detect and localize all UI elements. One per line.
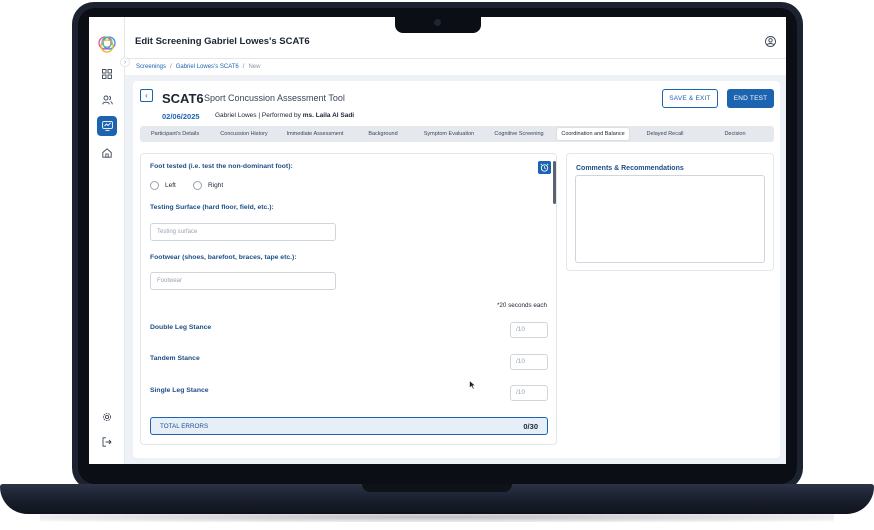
breadcrumb-separator: / [170, 64, 172, 70]
tab-delayed-recall[interactable]: Delayed Recall [632, 128, 698, 140]
breadcrumb-current: New [248, 64, 261, 70]
breadcrumb-screenings[interactable]: Screenings [136, 64, 166, 70]
save-exit-button[interactable]: SAVE & EXIT [662, 89, 718, 108]
screening-icon [101, 121, 113, 131]
camera-icon [434, 19, 441, 26]
tab-cognitive-screening[interactable]: Cognitive Screening [484, 128, 554, 140]
balance-form: Foot tested (i.e. test the non-dominant … [140, 153, 557, 445]
test-date: 02/06/2025 [162, 112, 200, 121]
page-title: Edit Screening Gabriel Lowes's SCAT6 [135, 36, 310, 47]
sidebar-item-home[interactable] [97, 143, 117, 163]
footwear-label: Footwear (shoes, barefoot, braces, tape … [150, 254, 297, 261]
settings-icon [102, 412, 112, 422]
radio-left[interactable] [150, 181, 159, 190]
performed-by-label: | Performed by [256, 112, 303, 119]
logo-icon [98, 36, 116, 53]
laptop-base [0, 484, 874, 514]
tab-symptom-evaluation[interactable]: Symptom Evaluation [414, 128, 484, 140]
tab-background[interactable]: Background [352, 128, 414, 140]
breadcrumb-separator: / [242, 64, 245, 70]
sidebar: › [89, 17, 130, 464]
timing-note: *20 seconds each [496, 302, 547, 309]
patient-name: Gabriel Lowes [215, 112, 257, 119]
total-errors-value: 0/30 [523, 422, 538, 431]
chevron-left-icon: ‹ [145, 91, 148, 100]
tandem-stance-label: Tandem Stance [150, 355, 200, 362]
single-leg-stance-label: Single Leg Stance [150, 387, 209, 394]
logout-icon [102, 437, 112, 447]
timer-button[interactable] [538, 161, 551, 174]
breadcrumb-screening-name[interactable]: Gabriel Lowes's SCAT6 [176, 64, 239, 70]
tab-participant-details[interactable]: Participant's Details [140, 128, 210, 140]
app-screen: › Edit Screening Gabriel Lowes's SCAT6 S… [89, 17, 786, 464]
laptop-hinge [362, 484, 512, 492]
radio-right-label: Right [208, 182, 224, 189]
tab-coordination-balance[interactable]: Coordination and Balance [557, 128, 629, 140]
laptop-shadow [40, 512, 834, 522]
total-errors-label: TOTAL ERRORS [160, 423, 209, 430]
alarm-clock-icon [540, 163, 549, 172]
comments-card: Comments & Recommendations [566, 153, 774, 271]
assessment-tabs: Participant's Details Concussion History… [140, 126, 774, 142]
sidebar-item-settings[interactable] [97, 407, 117, 427]
user-circle-icon[interactable] [765, 36, 776, 47]
scrollbar[interactable] [553, 161, 556, 204]
tab-decision[interactable]: Decision [700, 128, 770, 140]
performer-name: ms. Laila Al Sadi [302, 112, 355, 119]
testing-surface-input[interactable]: Testing surface [150, 223, 336, 241]
users-icon [101, 95, 113, 105]
sidebar-item-dashboard[interactable] [97, 64, 117, 84]
comments-label: Comments & Recommendations [576, 165, 684, 172]
radio-right[interactable] [193, 181, 202, 190]
radio-left-label: Left [165, 182, 176, 189]
comments-textarea[interactable] [575, 175, 765, 263]
footwear-input[interactable]: Footwear [150, 272, 336, 290]
sidebar-item-users[interactable] [97, 90, 117, 110]
back-button[interactable]: ‹ [140, 89, 153, 102]
sidebar-item-logout[interactable] [97, 432, 117, 452]
mouse-cursor-icon [469, 380, 476, 390]
single-leg-stance-input[interactable]: /10 [510, 385, 548, 401]
foot-tested-label: Foot tested (i.e. test the non-dominant … [150, 163, 293, 170]
tab-immediate-assessment[interactable]: Immediate Assessment [278, 128, 352, 140]
dashboard-icon [102, 69, 112, 79]
assessment-panel: ‹ SCAT6 Sport Concussion Assessment Tool… [133, 81, 780, 458]
sidebar-item-screenings[interactable] [97, 116, 117, 136]
test-name: SCAT6 [162, 91, 204, 106]
tandem-stance-input[interactable]: /10 [510, 354, 548, 370]
tab-concussion-history[interactable]: Concussion History [210, 128, 278, 140]
testing-surface-label: Testing Surface (hard floor, field, etc.… [150, 204, 274, 211]
double-leg-stance-label: Double Leg Stance [150, 324, 212, 331]
double-leg-stance-input[interactable]: /10 [510, 322, 548, 338]
camera-notch [395, 15, 481, 33]
breadcrumb: Screenings / Gabriel Lowes's SCAT6 / New [136, 62, 260, 72]
end-test-button[interactable]: END TEST [727, 89, 774, 108]
test-full-name: Sport Concussion Assessment Tool [204, 93, 345, 103]
test-performer-line: Gabriel Lowes | Performed by ms. Laila A… [215, 112, 354, 119]
home-icon [102, 148, 112, 158]
total-errors-bar: TOTAL ERRORS 0/30 [150, 417, 548, 435]
